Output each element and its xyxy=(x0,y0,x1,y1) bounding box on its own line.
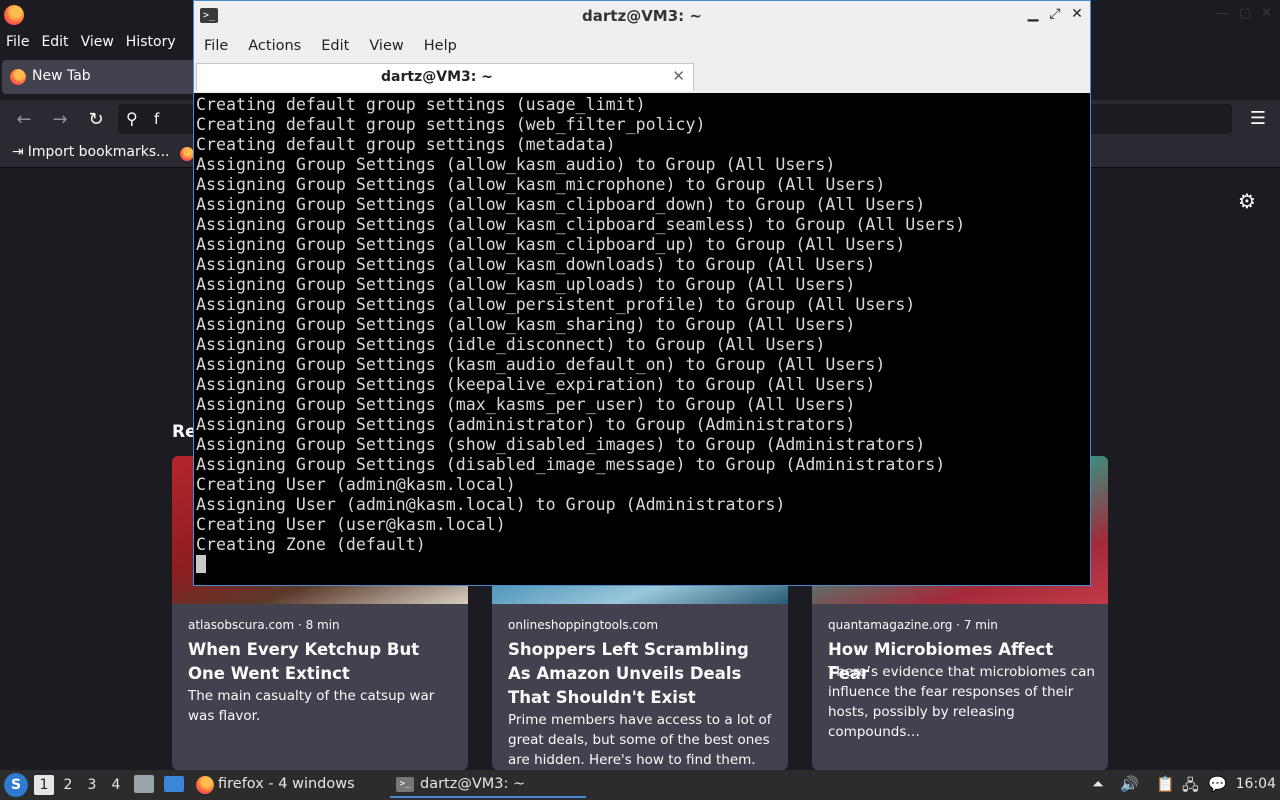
maximize-icon[interactable]: ▢ xyxy=(1239,6,1251,21)
firefox-bookmark-icon[interactable] xyxy=(180,147,194,161)
terminal-line: Assigning Group Settings (show_disabled_… xyxy=(196,435,926,454)
terminal-lines: Creating default group settings (usage_l… xyxy=(196,95,965,575)
terminal-line: Creating User (admin@kasm.local) xyxy=(196,475,516,494)
hamburger-menu-icon[interactable]: ☰ xyxy=(1250,108,1266,129)
terminal-line: Creating default group settings (web_fil… xyxy=(196,115,706,134)
terminal-cursor xyxy=(196,555,206,573)
close-tab-icon[interactable]: ✕ xyxy=(672,67,685,85)
menu-file[interactable]: File xyxy=(0,30,35,54)
story-title: When Every Ketchup But One Went Extinct xyxy=(188,640,420,683)
tab-label: New Tab xyxy=(32,68,91,84)
workspace-3[interactable]: 3 xyxy=(82,775,102,795)
taskbar-terminal-label: dartz@VM3: ~ xyxy=(420,776,526,792)
story-description: Prime members have access to a lot of gr… xyxy=(508,712,772,768)
story-source: onlineshoppingtools.com xyxy=(508,618,659,632)
taskbar-firefox-button[interactable]: firefox - 4 windows xyxy=(194,772,380,798)
story-source: atlasobscura.com · 8 min xyxy=(188,618,340,632)
tab-new-tab[interactable]: New Tab xyxy=(2,60,198,94)
menu-history[interactable]: History xyxy=(120,30,182,54)
firefox-window-controls: — ▢ ✕ xyxy=(1216,6,1272,21)
firefox-logo-icon xyxy=(4,5,24,25)
tray-up-arrow-icon[interactable]: ⏶ xyxy=(1092,775,1104,793)
window-title: dartz@VM3: ~ xyxy=(582,7,702,25)
notification-icon[interactable]: 💬 xyxy=(1208,775,1227,793)
workspace-1[interactable]: 1 xyxy=(34,775,54,795)
terminal-icon: >_ xyxy=(396,777,414,792)
import-icon: ⇥ xyxy=(12,144,24,160)
clipboard-icon[interactable]: 📋 xyxy=(1156,775,1175,793)
terminal-line: Assigning Group Settings (allow_persiste… xyxy=(196,295,916,314)
terminal-line: Assigning Group Settings (disabled_image… xyxy=(196,455,946,474)
url-input[interactable]: f xyxy=(154,110,159,128)
terminal-output[interactable]: Creating default group settings (usage_l… xyxy=(194,93,1090,585)
import-bookmarks-label: Import bookmarks... xyxy=(27,144,170,160)
search-icon: ⚲ xyxy=(126,109,138,128)
import-bookmarks-button[interactable]: ⇥ Import bookmarks... xyxy=(12,144,170,160)
terminal-titlebar[interactable]: >_ dartz@VM3: ~ ▁ ⤢ ✕ xyxy=(194,1,1090,31)
terminal-line: Assigning Group Settings (kasm_audio_def… xyxy=(196,355,886,374)
terminal-line: Assigning Group Settings (allow_kasm_cli… xyxy=(196,195,926,214)
workspace-4[interactable]: 4 xyxy=(106,775,126,795)
taskbar: S 1 2 3 4 firefox - 4 windows >_ dartz@V… xyxy=(0,770,1280,800)
terminal-tabbar: dartz@VM3: ~ ✕ xyxy=(194,61,1090,91)
terminal-line: Creating default group settings (usage_l… xyxy=(196,95,646,114)
network-icon[interactable]: 🖧 xyxy=(1182,775,1199,800)
firefox-menubar: File Edit View History xyxy=(0,30,182,54)
terminal-line: Assigning Group Settings (allow_kasm_cli… xyxy=(196,235,906,254)
story-source: quantamagazine.org · 7 min xyxy=(828,618,998,632)
menu-view[interactable]: View xyxy=(75,30,120,54)
terminal-line: Assigning Group Settings (administrator)… xyxy=(196,415,856,434)
firefox-icon xyxy=(196,776,214,794)
terminal-menubar: File Actions Edit View Help xyxy=(194,33,1090,59)
story-title: Shoppers Left Scrambling As Amazon Unvei… xyxy=(508,640,749,707)
close-icon[interactable]: ✕ xyxy=(1070,6,1084,22)
minimize-icon[interactable]: — xyxy=(1216,6,1229,21)
terminal-window[interactable]: >_ dartz@VM3: ~ ▁ ⤢ ✕ File Actions Edit … xyxy=(193,0,1091,586)
terminal-line: Assigning Group Settings (idle_disconnec… xyxy=(196,335,826,354)
menu-help[interactable]: Help xyxy=(414,33,467,59)
reload-icon[interactable]: ↻ xyxy=(84,108,108,132)
firefox-tab-icon xyxy=(10,69,26,85)
forward-arrow-icon[interactable]: → xyxy=(48,108,72,132)
terminal-line: Assigning Group Settings (allow_kasm_aud… xyxy=(196,155,836,174)
terminal-tab-label: dartz@VM3: ~ xyxy=(381,69,493,85)
minimize-icon[interactable]: ▁ xyxy=(1026,6,1040,22)
taskbar-firefox-label: firefox - 4 windows xyxy=(218,776,355,792)
gear-icon[interactable]: ⚙ xyxy=(1238,189,1256,213)
story-description: There’s evidence that microbiomes can in… xyxy=(828,664,1095,740)
taskbar-terminal-button[interactable]: >_ dartz@VM3: ~ xyxy=(390,772,586,798)
close-icon[interactable]: ✕ xyxy=(1261,6,1272,21)
terminal-line: Assigning Group Settings (allow_kasm_upl… xyxy=(196,275,856,294)
volume-icon[interactable]: 🔊 xyxy=(1120,775,1139,793)
terminal-line: Assigning Group Settings (keepalive_expi… xyxy=(196,375,876,394)
workspace-2[interactable]: 2 xyxy=(58,775,78,795)
file-manager-icon[interactable] xyxy=(134,775,154,793)
menu-view[interactable]: View xyxy=(359,33,413,59)
terminal-line: Assigning Group Settings (allow_kasm_cli… xyxy=(196,215,966,234)
menu-actions[interactable]: Actions xyxy=(238,33,311,59)
clock[interactable]: 16:04 xyxy=(1236,776,1276,792)
menu-file[interactable]: File xyxy=(194,33,238,59)
show-desktop-icon[interactable] xyxy=(164,776,184,792)
maximize-icon[interactable]: ⤢ xyxy=(1048,6,1062,22)
terminal-line: Assigning Group Settings (max_kasms_per_… xyxy=(196,395,856,414)
terminal-line: Assigning Group Settings (allow_kasm_sha… xyxy=(196,315,856,334)
terminal-window-controls: ▁ ⤢ ✕ xyxy=(1026,6,1084,22)
terminal-line: Creating default group settings (metadat… xyxy=(196,135,616,154)
terminal-line: Creating Zone (default) xyxy=(196,535,426,554)
story-description: The main casualty of the catsup war was … xyxy=(188,688,435,724)
menu-edit[interactable]: Edit xyxy=(311,33,359,59)
terminal-tab[interactable]: dartz@VM3: ~ ✕ xyxy=(196,63,694,91)
start-menu-button[interactable]: S xyxy=(4,773,28,797)
terminal-line: Assigning User (admin@kasm.local) to Gro… xyxy=(196,495,786,514)
menu-edit[interactable]: Edit xyxy=(35,30,74,54)
terminal-line: Creating User (user@kasm.local) xyxy=(196,515,506,534)
terminal-line: Assigning Group Settings (allow_kasm_mic… xyxy=(196,175,886,194)
terminal-prompt-line xyxy=(196,555,965,575)
terminal-line: Assigning Group Settings (allow_kasm_dow… xyxy=(196,255,876,274)
back-arrow-icon[interactable]: ← xyxy=(12,108,36,132)
